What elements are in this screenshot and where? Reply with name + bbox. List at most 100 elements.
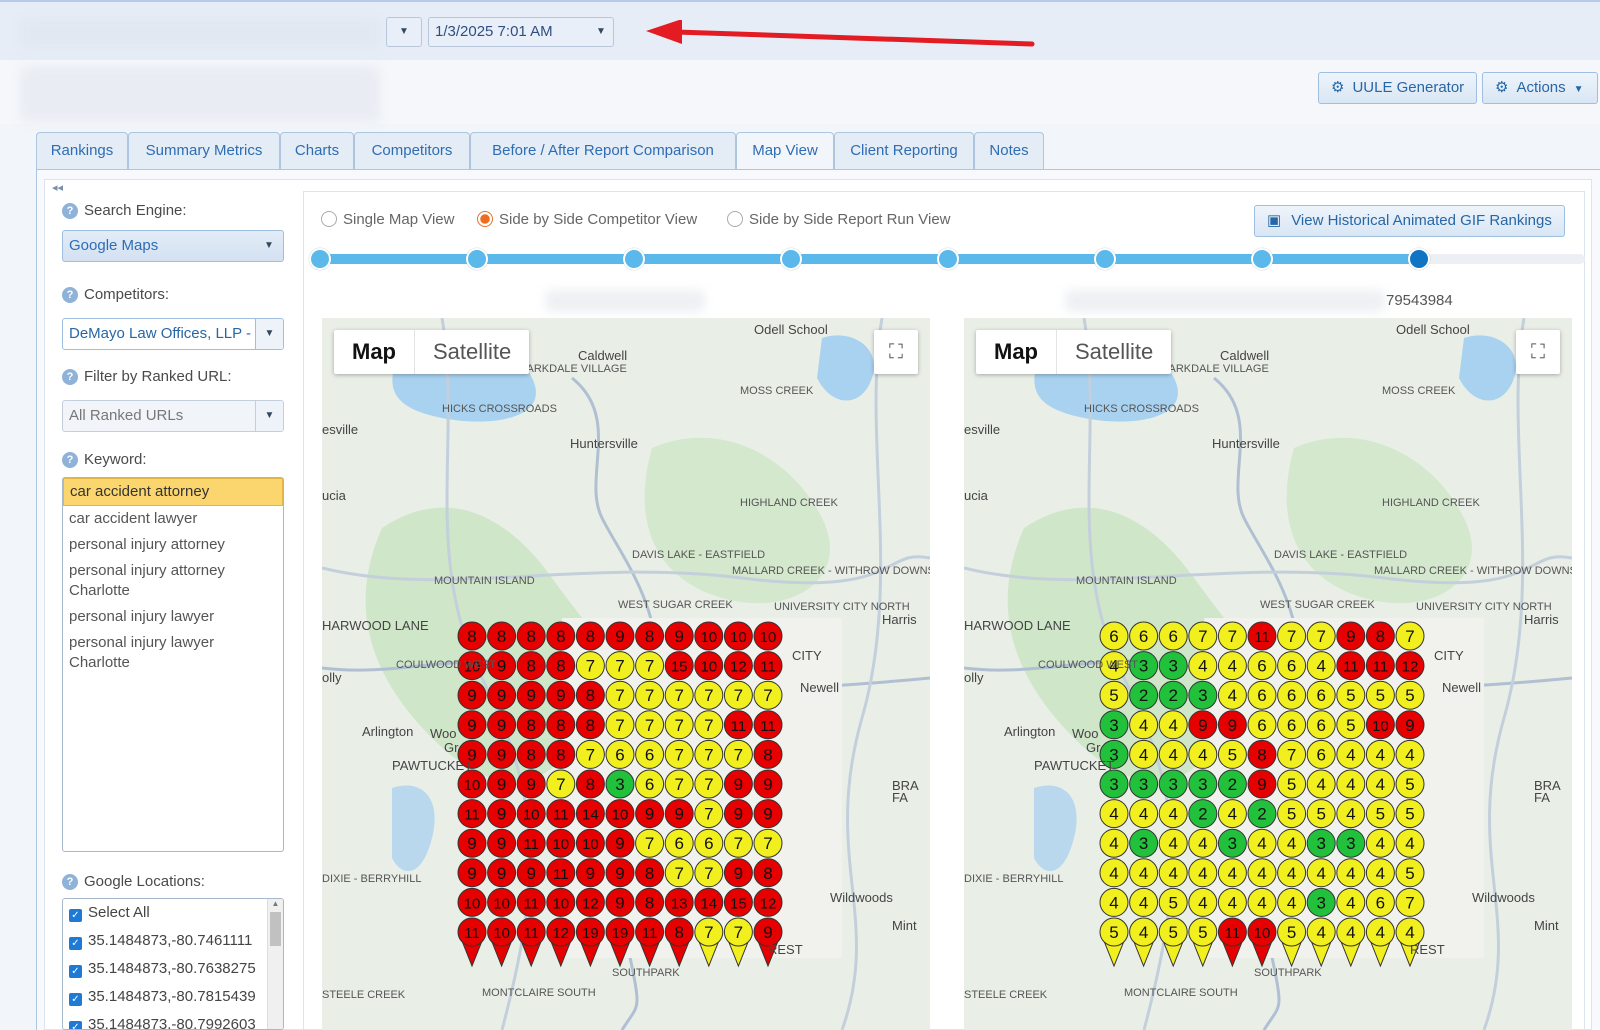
rank-pin[interactable]: 8 (546, 710, 576, 740)
rank-pin[interactable]: 3 (1099, 710, 1129, 740)
rank-pin[interactable]: 10 (605, 799, 635, 829)
rank-pin[interactable]: 8 (575, 710, 605, 740)
rank-pin[interactable]: 4 (1336, 739, 1366, 769)
rank-pin[interactable]: 9 (723, 769, 753, 799)
tab-charts[interactable]: Charts (280, 132, 354, 170)
rank-pin[interactable]: 11 (753, 710, 783, 740)
rank-pin[interactable]: 8 (516, 621, 546, 651)
rank-pin[interactable]: 6 (1247, 710, 1277, 740)
rank-pin[interactable]: 4 (1247, 887, 1277, 917)
rank-pin[interactable]: 7 (575, 739, 605, 769)
rank-pin[interactable]: 9 (516, 680, 546, 710)
slider-step[interactable] (466, 248, 488, 270)
rank-pin[interactable]: 7 (605, 680, 635, 710)
rank-pin[interactable]: 7 (753, 680, 783, 710)
rank-pin[interactable]: 6 (1247, 680, 1277, 710)
rank-pin[interactable]: 4 (1365, 739, 1395, 769)
rank-pin[interactable]: 9 (1247, 769, 1277, 799)
rank-pin[interactable]: 5 (1306, 799, 1336, 829)
rank-pin[interactable]: 3 (1158, 769, 1188, 799)
rank-pin[interactable]: 7 (694, 799, 724, 829)
rank-pin[interactable]: 6 (635, 769, 665, 799)
slider-step[interactable] (1094, 248, 1116, 270)
rank-pin[interactable]: 6 (1306, 739, 1336, 769)
rank-pin[interactable]: 9 (487, 680, 517, 710)
rank-pin[interactable]: 7 (723, 828, 753, 858)
rank-pin[interactable]: 10 (1365, 710, 1395, 740)
rank-pin[interactable]: 9 (664, 621, 694, 651)
rank-pin[interactable]: 4 (1158, 828, 1188, 858)
rank-pin[interactable]: 4 (1099, 887, 1129, 917)
rank-pin[interactable]: 4 (1395, 828, 1425, 858)
rank-pin[interactable]: 4 (1129, 799, 1159, 829)
locations-scrollbar[interactable]: ▲ (267, 899, 283, 1029)
rank-pin[interactable]: 9 (605, 828, 635, 858)
rank-pin[interactable]: 3 (1188, 680, 1218, 710)
rank-pin[interactable]: 7 (635, 651, 665, 681)
rank-pin[interactable]: 2 (1217, 769, 1247, 799)
help-icon[interactable]: ? (62, 874, 78, 890)
side-by-side-competitor-option[interactable]: Side by Side Competitor View (477, 211, 697, 228)
location-option[interactable]: ✓ 35.1484873,-80.7992603 (63, 1011, 283, 1029)
rank-pin[interactable]: 9 (723, 858, 753, 888)
rank-pin[interactable]: 7 (1188, 621, 1218, 651)
rank-pin[interactable]: 7 (1306, 621, 1336, 651)
rank-pin[interactable]: 8 (516, 651, 546, 681)
rank-pin[interactable]: 3 (1217, 828, 1247, 858)
rank-pin[interactable]: 6 (664, 828, 694, 858)
rank-pin[interactable]: 7 (1217, 621, 1247, 651)
rank-pin[interactable]: 7 (605, 710, 635, 740)
rank-pin[interactable]: 9 (487, 858, 517, 888)
tab-summary-metrics[interactable]: Summary Metrics (128, 132, 280, 170)
rank-pin[interactable]: 4 (1217, 799, 1247, 829)
rank-pin[interactable]: 9 (664, 799, 694, 829)
checkbox-checked-icon[interactable]: ✓ (69, 965, 82, 978)
rank-pin[interactable]: 15 (664, 651, 694, 681)
rank-pin[interactable]: 4 (1158, 799, 1188, 829)
ranked-url-select[interactable]: All Ranked URLs ▼ (62, 400, 284, 432)
rank-pin[interactable]: 10 (546, 828, 576, 858)
rank-pin[interactable]: 10 (575, 828, 605, 858)
rank-pin[interactable]: 9 (487, 739, 517, 769)
rank-pin[interactable]: 4 (1247, 828, 1277, 858)
rank-pin[interactable]: 8 (575, 680, 605, 710)
rank-pin[interactable]: 7 (664, 769, 694, 799)
rank-pin[interactable]: 6 (635, 739, 665, 769)
rank-pin[interactable]: 6 (1277, 710, 1307, 740)
rank-pin[interactable]: 6 (1277, 651, 1307, 681)
radio-selected-icon[interactable] (477, 211, 493, 227)
rank-pin[interactable]: 9 (753, 799, 783, 829)
rank-pin[interactable]: 7 (605, 651, 635, 681)
rank-pin[interactable]: 6 (605, 739, 635, 769)
rank-pin[interactable]: 5 (1217, 739, 1247, 769)
rank-pin[interactable]: 9 (487, 828, 517, 858)
rank-pin[interactable]: 9 (723, 799, 753, 829)
rank-pin[interactable]: 8 (516, 710, 546, 740)
rank-pin[interactable]: 4 (1336, 799, 1366, 829)
rank-pin[interactable]: 9 (605, 621, 635, 651)
help-icon[interactable]: ? (62, 203, 78, 219)
map-type-map-button[interactable]: Map (976, 330, 1057, 374)
rank-pin[interactable]: 9 (487, 710, 517, 740)
rank-pin[interactable]: 3 (1188, 769, 1218, 799)
rank-pin[interactable]: 4 (1247, 858, 1277, 888)
rank-pin[interactable]: 7 (694, 739, 724, 769)
rank-pin[interactable]: 4 (1336, 887, 1366, 917)
single-map-view-option[interactable]: Single Map View (321, 211, 454, 228)
checkbox-checked-icon[interactable]: ✓ (69, 1021, 82, 1029)
rank-pin[interactable]: 4 (1277, 858, 1307, 888)
competitors-select[interactable]: DeMayo Law Offices, LLP - ▼ (62, 318, 284, 350)
rank-pin[interactable]: 4 (1336, 858, 1366, 888)
location-option[interactable]: ✓ 35.1484873,-80.7461111 (63, 927, 283, 955)
slider-step[interactable] (623, 248, 645, 270)
view-historical-gif-button[interactable]: ▣ View Historical Animated GIF Rankings (1254, 205, 1565, 237)
rank-pin[interactable]: 4 (1158, 858, 1188, 888)
rank-pin[interactable]: 12 (753, 887, 783, 917)
rank-pin[interactable]: 5 (1277, 799, 1307, 829)
map-type-satellite-button[interactable]: Satellite (415, 330, 529, 374)
rank-pin[interactable]: 6 (1365, 887, 1395, 917)
rank-pin[interactable]: 4 (1129, 887, 1159, 917)
rank-pin[interactable]: 4 (1158, 739, 1188, 769)
rank-pin[interactable]: 11 (457, 799, 487, 829)
actions-button[interactable]: ⚙ Actions ▼ (1482, 72, 1598, 104)
